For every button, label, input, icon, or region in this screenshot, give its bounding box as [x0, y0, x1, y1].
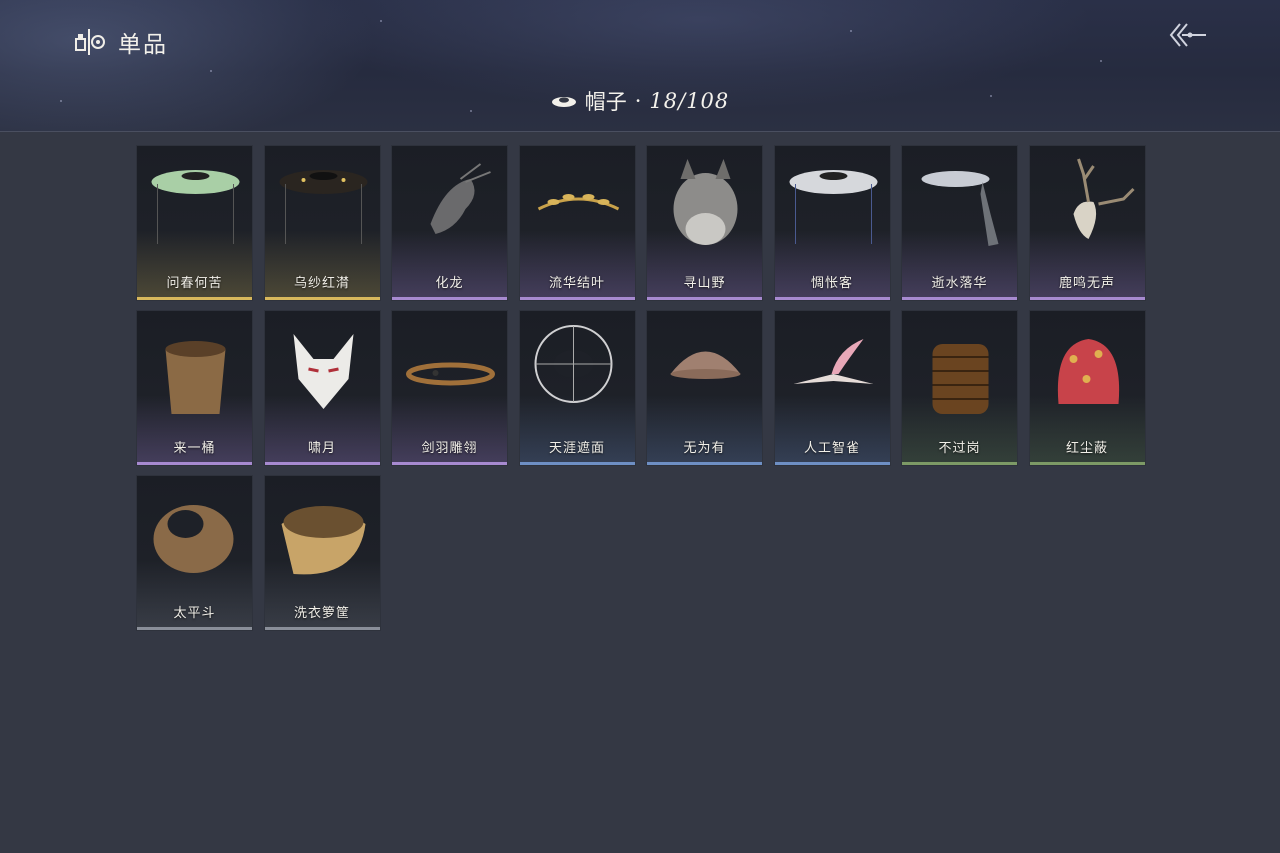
item-card[interactable]: 人工智雀 [773, 310, 891, 466]
deer-skull-icon [1073, 158, 1135, 239]
rarity-bar [137, 627, 252, 630]
item-card[interactable]: 洗衣箩筐 [263, 475, 381, 631]
rarity-bar [1029, 297, 1145, 300]
wooden-bucket-icon [165, 341, 226, 414]
green-bamboo-hat-icon [151, 170, 240, 244]
breadcrumb: 单品 [74, 26, 168, 58]
red-cloth-hat-icon [1057, 339, 1119, 404]
item-card[interactable]: 化龙 [391, 145, 508, 301]
back-button[interactable] [1166, 18, 1210, 52]
item-card[interactable]: 惆怅客 [773, 145, 891, 301]
item-name: 鹿鸣无声 [1058, 276, 1115, 291]
rarity-bar [137, 297, 252, 300]
rarity-bar [902, 297, 1017, 300]
fox-mask-icon [293, 334, 353, 409]
dragon-headpiece-icon [430, 163, 491, 234]
item-name: 寻山野 [683, 276, 726, 291]
item-card[interactable]: 逝水落华 [901, 145, 1018, 301]
item-card[interactable]: 寻山野 [646, 145, 763, 301]
rarity-bar [1029, 462, 1145, 465]
item-name: 剑羽雕翎 [421, 441, 478, 456]
item-name: 乌纱红潸 [293, 276, 350, 291]
rarity-bar [264, 627, 380, 630]
rarity-bar [647, 297, 762, 300]
item-name: 洗衣箩筐 [293, 606, 350, 621]
item-name: 来一桶 [173, 441, 216, 456]
rarity-bar [774, 297, 890, 300]
item-card[interactable]: 无为有 [646, 310, 763, 466]
rarity-bar [902, 462, 1017, 465]
woven-hat-icon [534, 325, 612, 403]
collection-count: 18/108 [649, 89, 730, 113]
back-arrow-icon [1169, 23, 1206, 47]
item-name: 天涯遮面 [548, 441, 605, 456]
wicker-basket-icon [153, 505, 234, 573]
item-name: 化龙 [435, 276, 464, 291]
star-decoration [380, 20, 382, 22]
rarity-bar [519, 462, 635, 465]
rarity-bar [264, 462, 380, 465]
rarity-bar [774, 462, 890, 465]
item-card[interactable]: 乌纱红潸 [263, 145, 381, 301]
category-separator: · [634, 89, 642, 113]
item-card[interactable]: 问春何苦 [136, 145, 253, 301]
clay-bowl-icon [670, 351, 741, 379]
item-name: 无为有 [683, 441, 726, 456]
rarity-bar [392, 462, 507, 465]
wolf-mask-icon [673, 159, 738, 245]
stacked-bowls-icon [932, 344, 989, 414]
item-name: 啸月 [307, 441, 336, 456]
rarity-bar [137, 462, 252, 465]
veiled-hat-icon [921, 171, 999, 246]
black-bamboo-hat-icon [279, 170, 367, 244]
rarity-bar [392, 297, 507, 300]
wardrobe-icon [74, 27, 108, 57]
item-card[interactable]: 鹿鸣无声 [1028, 145, 1146, 301]
page-title: 单品 [118, 32, 168, 58]
item-grid: 问春何苦 乌纱红潸 化龙 流华结叶 寻山野 惆怅客 逝水落华 鹿鸣无声来一桶 啸月 剑羽雕翎 天涯遮… [136, 145, 1146, 631]
item-name: 红尘蔽 [1065, 441, 1108, 456]
star-decoration [210, 70, 212, 72]
item-name: 逝水落华 [931, 276, 988, 291]
rarity-bar [519, 297, 635, 300]
item-card[interactable]: 流华结叶 [518, 145, 636, 301]
item-name: 惆怅客 [810, 276, 853, 291]
item-card[interactable]: 太平斗 [136, 475, 253, 631]
item-card[interactable]: 红尘蔽 [1028, 310, 1146, 466]
category-heading: 帽子 · 18/108 [0, 84, 1280, 118]
star-decoration [850, 30, 852, 32]
item-name: 流华结叶 [548, 276, 605, 291]
item-card[interactable]: 天涯遮面 [518, 310, 636, 466]
headband-icon [406, 362, 495, 386]
laurel-crown-icon [537, 194, 619, 211]
category-name: 帽子 [584, 90, 627, 114]
item-card[interactable]: 来一桶 [136, 310, 253, 466]
rarity-bar [264, 297, 380, 300]
item-card[interactable]: 不过岗 [901, 310, 1018, 466]
bird-hat-icon [793, 339, 873, 384]
item-name: 不过岗 [938, 441, 981, 456]
item-card[interactable]: 啸月 [263, 310, 381, 466]
item-name: 问春何苦 [166, 276, 223, 291]
star-decoration [1100, 60, 1102, 62]
hat-icon [551, 97, 576, 107]
item-name: 人工智雀 [803, 441, 860, 456]
laundry-basket-icon [281, 506, 365, 575]
white-bamboo-hat-icon [789, 170, 877, 244]
item-card[interactable]: 剑羽雕翎 [391, 310, 508, 466]
item-name: 太平斗 [173, 606, 216, 621]
rarity-bar [647, 462, 762, 465]
